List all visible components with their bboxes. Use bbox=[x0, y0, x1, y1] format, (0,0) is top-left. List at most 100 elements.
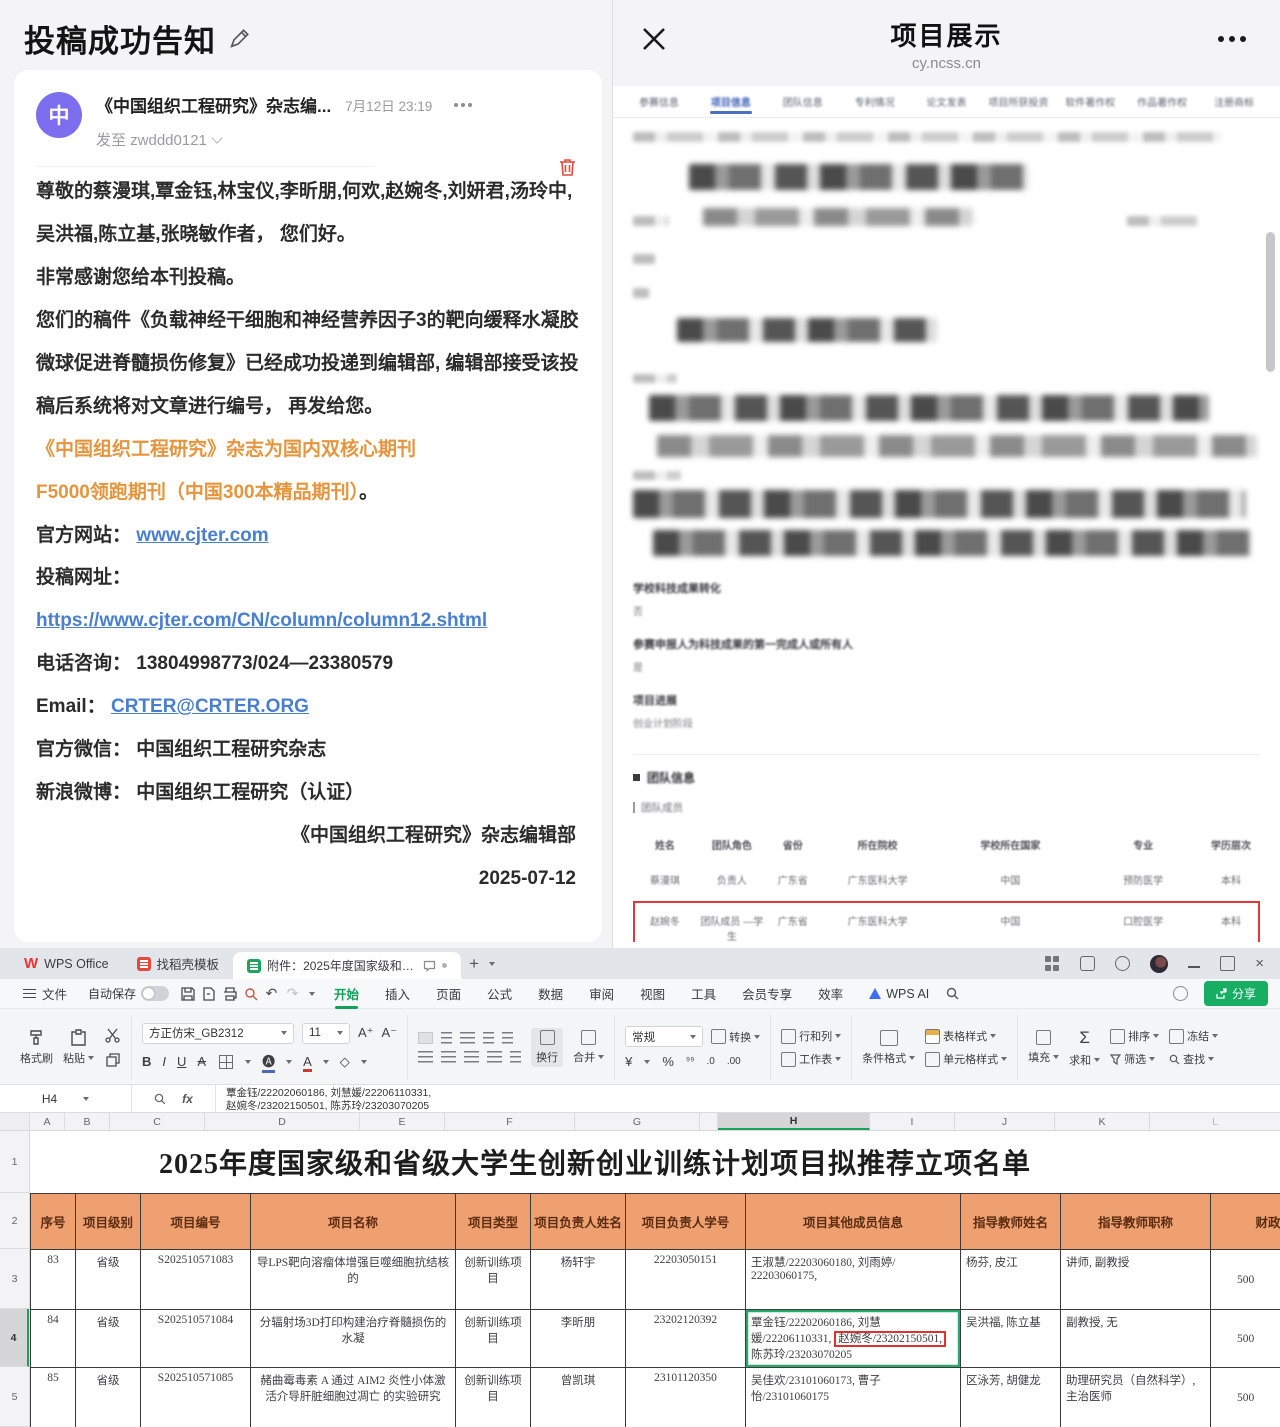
column-header-i[interactable]: I bbox=[870, 1113, 955, 1130]
column-header-b[interactable]: B bbox=[65, 1113, 110, 1130]
redo-icon[interactable]: ↷ bbox=[284, 985, 301, 1002]
align-left-icon[interactable] bbox=[418, 1051, 433, 1063]
select-all-corner[interactable] bbox=[0, 1113, 30, 1130]
wrap-text-button[interactable]: 换行 bbox=[531, 1028, 563, 1067]
official-site-link[interactable]: www.cjter.com bbox=[136, 525, 268, 546]
conditional-format-button[interactable]: 条件格式 bbox=[862, 1030, 915, 1066]
fx-icon[interactable]: fx bbox=[182, 1092, 193, 1106]
save-icon[interactable] bbox=[179, 985, 196, 1002]
column-header-g[interactable]: G bbox=[575, 1113, 700, 1130]
wps-app-button[interactable]: W WPS Office bbox=[10, 948, 123, 979]
settings-circle-icon[interactable] bbox=[1115, 956, 1130, 971]
format-painter-button[interactable]: 格式刷 bbox=[20, 1029, 53, 1066]
row-header-5[interactable]: 5 bbox=[0, 1367, 29, 1427]
filter-button[interactable]: 筛选 bbox=[1110, 1051, 1159, 1067]
menu-efficiency[interactable]: 效率 bbox=[807, 979, 854, 1009]
menu-page[interactable]: 页面 bbox=[425, 979, 472, 1009]
print-preview-icon[interactable] bbox=[242, 985, 259, 1002]
comma-format-icon[interactable]: ⁹⁹ bbox=[686, 1056, 695, 1067]
row-header-2[interactable]: 2 bbox=[0, 1193, 29, 1249]
align-middle-icon[interactable] bbox=[441, 1032, 452, 1044]
increase-indent-icon[interactable] bbox=[502, 1032, 513, 1044]
formula-search-icon[interactable] bbox=[154, 1093, 166, 1105]
decrease-indent-icon[interactable] bbox=[483, 1032, 494, 1044]
column-header-l[interactable]: L bbox=[1150, 1113, 1280, 1130]
wps-ai-button[interactable]: WPS AI bbox=[858, 979, 940, 1009]
row-header-3[interactable]: 3 bbox=[0, 1249, 29, 1309]
menu-home[interactable]: 开始 bbox=[323, 979, 370, 1009]
user-avatar[interactable] bbox=[1150, 955, 1168, 973]
undo-redo-caret-icon[interactable] bbox=[309, 992, 315, 996]
more-menu-icon[interactable] bbox=[1218, 36, 1246, 42]
apps-grid-icon[interactable] bbox=[1045, 956, 1060, 971]
sort-button[interactable]: 排序 bbox=[1110, 1028, 1159, 1044]
submit-site-link[interactable]: https://www.cjter.com/CN/column/column12… bbox=[36, 610, 487, 631]
tab-investment[interactable]: 项目所获投资 bbox=[982, 94, 1054, 117]
row-header-1[interactable]: 1 bbox=[0, 1131, 29, 1193]
underline-button[interactable]: U bbox=[177, 1054, 186, 1069]
formula-content[interactable]: 覃金钰/22202060186, 刘慧媛/22206110331, 赵婉冬/23… bbox=[216, 1085, 1280, 1112]
font-color-button[interactable]: A bbox=[303, 1054, 312, 1069]
tab-software-copyright[interactable]: 软件著作权 bbox=[1054, 94, 1126, 117]
menu-data[interactable]: 数据 bbox=[527, 979, 574, 1009]
borders-button[interactable] bbox=[217, 1053, 234, 1070]
row-header-4-selected[interactable]: 4 bbox=[0, 1309, 29, 1367]
column-header-f[interactable]: F bbox=[445, 1113, 575, 1130]
minimize-button[interactable] bbox=[1188, 966, 1200, 968]
worksheet-button[interactable]: 工作表 bbox=[781, 1051, 841, 1067]
menu-review[interactable]: 审阅 bbox=[578, 979, 625, 1009]
table-style-button[interactable]: 表格样式 bbox=[925, 1028, 1007, 1044]
column-header-h-selected[interactable]: H bbox=[718, 1113, 870, 1130]
currency-format-icon[interactable]: ¥ bbox=[625, 1054, 632, 1069]
italic-button[interactable]: I bbox=[162, 1054, 166, 1069]
align-right-icon[interactable] bbox=[464, 1051, 479, 1063]
selected-cell-h4[interactable]: 覃金钰/22202060186, 刘慧媛/22206110331, 赵婉冬/23… bbox=[746, 1310, 961, 1368]
align-center-icon[interactable] bbox=[441, 1051, 456, 1063]
font-size-select[interactable]: 11 bbox=[302, 1023, 350, 1044]
paste-button[interactable]: 粘贴 bbox=[63, 1029, 94, 1066]
tab-trademark[interactable]: 注册商标 bbox=[1198, 94, 1270, 117]
align-bottom-icon[interactable] bbox=[460, 1032, 475, 1044]
align-top-icon[interactable] bbox=[418, 1032, 433, 1044]
tab-work-copyright[interactable]: 作品著作权 bbox=[1126, 94, 1198, 117]
menu-view[interactable]: 视图 bbox=[629, 979, 676, 1009]
search-icon[interactable] bbox=[944, 985, 961, 1002]
mail-more-icon[interactable] bbox=[454, 103, 472, 107]
autosave-toggle[interactable] bbox=[141, 986, 169, 1001]
strikethrough-button[interactable]: A bbox=[197, 1054, 206, 1069]
help-icon[interactable] bbox=[1173, 986, 1188, 1001]
new-tab-button[interactable]: + bbox=[461, 954, 487, 974]
column-header-a[interactable]: A bbox=[30, 1113, 65, 1130]
edit-pencil-icon[interactable] bbox=[228, 28, 250, 50]
copy-icon[interactable] bbox=[104, 1051, 121, 1068]
workspace-icon[interactable] bbox=[1080, 956, 1095, 971]
tab-canhsai-info[interactable]: 参赛信息 bbox=[623, 94, 695, 117]
cut-scissors-icon[interactable] bbox=[104, 1027, 121, 1044]
mail-recipient[interactable]: 发至 zwddd0121 bbox=[96, 129, 582, 150]
fill-color-button[interactable]: 🅐 bbox=[262, 1051, 275, 1073]
find-button[interactable]: 查找 bbox=[1169, 1051, 1218, 1067]
font-name-select[interactable]: 方正仿宋_GB2312 bbox=[142, 1023, 294, 1044]
freeze-button[interactable]: 冻结 bbox=[1169, 1028, 1218, 1044]
document-tab-active[interactable]: 附件：2025年度国家级和省... bbox=[233, 952, 461, 979]
fill-button[interactable]: 填充 bbox=[1028, 1030, 1059, 1065]
share-button[interactable]: 分享 bbox=[1204, 981, 1268, 1006]
column-header-c[interactable]: C bbox=[110, 1113, 205, 1130]
convert-button[interactable]: 转换 bbox=[711, 1029, 760, 1045]
number-format-select[interactable]: 常规 bbox=[625, 1026, 703, 1047]
menu-formula[interactable]: 公式 bbox=[476, 979, 523, 1009]
menu-file[interactable]: 文件 bbox=[12, 979, 78, 1009]
name-box[interactable]: H4 bbox=[0, 1085, 132, 1112]
decrease-font-icon[interactable]: A⁻ bbox=[382, 1025, 398, 1041]
menu-tools[interactable]: 工具 bbox=[680, 979, 727, 1009]
tab-papers[interactable]: 论文发表 bbox=[911, 94, 983, 117]
scrollbar[interactable] bbox=[1266, 232, 1275, 372]
column-header-d[interactable]: D bbox=[205, 1113, 360, 1130]
cell-style-button[interactable]: 单元格样式 bbox=[925, 1051, 1007, 1067]
clear-format-button[interactable]: ◇ bbox=[340, 1054, 350, 1070]
print-icon[interactable] bbox=[221, 985, 238, 1002]
rows-cols-button[interactable]: 行和列 bbox=[781, 1028, 841, 1044]
tab-list-caret-icon[interactable] bbox=[489, 962, 495, 966]
bold-button[interactable]: B bbox=[142, 1054, 151, 1069]
template-tab[interactable]: 找稻壳模板 bbox=[123, 948, 234, 979]
